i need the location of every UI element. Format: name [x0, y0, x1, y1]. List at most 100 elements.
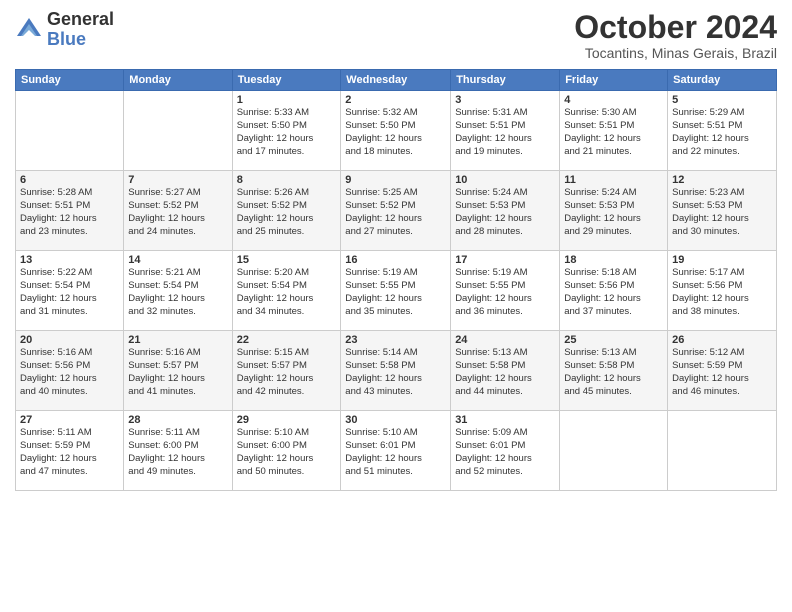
day-cell: 2Sunrise: 5:32 AM Sunset: 5:50 PM Daylig…	[341, 91, 451, 171]
logo-blue-text: Blue	[47, 30, 114, 50]
page-container: General Blue October 2024 Tocantins, Min…	[0, 0, 792, 501]
day-cell: 6Sunrise: 5:28 AM Sunset: 5:51 PM Daylig…	[16, 171, 124, 251]
day-info: Sunrise: 5:30 AM Sunset: 5:51 PM Dayligh…	[564, 107, 663, 158]
week-row-1: 1Sunrise: 5:33 AM Sunset: 5:50 PM Daylig…	[16, 91, 777, 171]
day-number: 15	[237, 254, 337, 266]
week-row-4: 20Sunrise: 5:16 AM Sunset: 5:56 PM Dayli…	[16, 331, 777, 411]
day-cell: 12Sunrise: 5:23 AM Sunset: 5:53 PM Dayli…	[668, 171, 777, 251]
title-area: October 2024 Tocantins, Minas Gerais, Br…	[574, 10, 777, 61]
day-number: 21	[128, 334, 227, 346]
day-number: 25	[564, 334, 663, 346]
day-number: 16	[345, 254, 446, 266]
day-info: Sunrise: 5:21 AM Sunset: 5:54 PM Dayligh…	[128, 267, 227, 318]
day-info: Sunrise: 5:11 AM Sunset: 6:00 PM Dayligh…	[128, 427, 227, 478]
day-info: Sunrise: 5:09 AM Sunset: 6:01 PM Dayligh…	[455, 427, 555, 478]
header-cell-monday: Monday	[124, 70, 232, 91]
day-info: Sunrise: 5:27 AM Sunset: 5:52 PM Dayligh…	[128, 187, 227, 238]
day-cell: 14Sunrise: 5:21 AM Sunset: 5:54 PM Dayli…	[124, 251, 232, 331]
day-cell: 28Sunrise: 5:11 AM Sunset: 6:00 PM Dayli…	[124, 411, 232, 491]
day-number: 4	[564, 94, 663, 106]
day-cell: 15Sunrise: 5:20 AM Sunset: 5:54 PM Dayli…	[232, 251, 341, 331]
day-number: 6	[20, 174, 119, 186]
day-cell: 22Sunrise: 5:15 AM Sunset: 5:57 PM Dayli…	[232, 331, 341, 411]
day-info: Sunrise: 5:31 AM Sunset: 5:51 PM Dayligh…	[455, 107, 555, 158]
day-info: Sunrise: 5:10 AM Sunset: 6:01 PM Dayligh…	[345, 427, 446, 478]
header-cell-saturday: Saturday	[668, 70, 777, 91]
day-info: Sunrise: 5:24 AM Sunset: 5:53 PM Dayligh…	[564, 187, 663, 238]
day-number: 3	[455, 94, 555, 106]
day-cell: 8Sunrise: 5:26 AM Sunset: 5:52 PM Daylig…	[232, 171, 341, 251]
logo-general-text: General	[47, 10, 114, 30]
day-cell: 24Sunrise: 5:13 AM Sunset: 5:58 PM Dayli…	[451, 331, 560, 411]
day-info: Sunrise: 5:33 AM Sunset: 5:50 PM Dayligh…	[237, 107, 337, 158]
day-cell: 27Sunrise: 5:11 AM Sunset: 5:59 PM Dayli…	[16, 411, 124, 491]
calendar-table: SundayMondayTuesdayWednesdayThursdayFrid…	[15, 69, 777, 491]
day-number: 7	[128, 174, 227, 186]
day-info: Sunrise: 5:16 AM Sunset: 5:57 PM Dayligh…	[128, 347, 227, 398]
header-cell-friday: Friday	[560, 70, 668, 91]
day-cell: 16Sunrise: 5:19 AM Sunset: 5:55 PM Dayli…	[341, 251, 451, 331]
day-info: Sunrise: 5:18 AM Sunset: 5:56 PM Dayligh…	[564, 267, 663, 318]
day-info: Sunrise: 5:29 AM Sunset: 5:51 PM Dayligh…	[672, 107, 772, 158]
calendar-body: 1Sunrise: 5:33 AM Sunset: 5:50 PM Daylig…	[16, 91, 777, 491]
location: Tocantins, Minas Gerais, Brazil	[574, 45, 777, 61]
day-number: 31	[455, 414, 555, 426]
day-cell: 26Sunrise: 5:12 AM Sunset: 5:59 PM Dayli…	[668, 331, 777, 411]
header-cell-wednesday: Wednesday	[341, 70, 451, 91]
day-cell	[124, 91, 232, 171]
day-info: Sunrise: 5:19 AM Sunset: 5:55 PM Dayligh…	[455, 267, 555, 318]
header-cell-sunday: Sunday	[16, 70, 124, 91]
day-cell	[16, 91, 124, 171]
day-info: Sunrise: 5:32 AM Sunset: 5:50 PM Dayligh…	[345, 107, 446, 158]
day-cell: 3Sunrise: 5:31 AM Sunset: 5:51 PM Daylig…	[451, 91, 560, 171]
header-cell-thursday: Thursday	[451, 70, 560, 91]
day-number: 17	[455, 254, 555, 266]
day-cell: 4Sunrise: 5:30 AM Sunset: 5:51 PM Daylig…	[560, 91, 668, 171]
day-number: 11	[564, 174, 663, 186]
day-info: Sunrise: 5:19 AM Sunset: 5:55 PM Dayligh…	[345, 267, 446, 318]
day-cell: 20Sunrise: 5:16 AM Sunset: 5:56 PM Dayli…	[16, 331, 124, 411]
day-cell: 25Sunrise: 5:13 AM Sunset: 5:58 PM Dayli…	[560, 331, 668, 411]
day-info: Sunrise: 5:10 AM Sunset: 6:00 PM Dayligh…	[237, 427, 337, 478]
day-info: Sunrise: 5:20 AM Sunset: 5:54 PM Dayligh…	[237, 267, 337, 318]
day-number: 2	[345, 94, 446, 106]
day-info: Sunrise: 5:23 AM Sunset: 5:53 PM Dayligh…	[672, 187, 772, 238]
day-number: 28	[128, 414, 227, 426]
calendar-header: SundayMondayTuesdayWednesdayThursdayFrid…	[16, 70, 777, 91]
day-info: Sunrise: 5:14 AM Sunset: 5:58 PM Dayligh…	[345, 347, 446, 398]
day-cell: 9Sunrise: 5:25 AM Sunset: 5:52 PM Daylig…	[341, 171, 451, 251]
day-cell: 1Sunrise: 5:33 AM Sunset: 5:50 PM Daylig…	[232, 91, 341, 171]
logo-icon	[15, 16, 43, 44]
day-number: 23	[345, 334, 446, 346]
day-cell: 29Sunrise: 5:10 AM Sunset: 6:00 PM Dayli…	[232, 411, 341, 491]
day-cell: 10Sunrise: 5:24 AM Sunset: 5:53 PM Dayli…	[451, 171, 560, 251]
day-number: 5	[672, 94, 772, 106]
day-number: 29	[237, 414, 337, 426]
header-cell-tuesday: Tuesday	[232, 70, 341, 91]
day-number: 22	[237, 334, 337, 346]
day-cell	[560, 411, 668, 491]
day-number: 14	[128, 254, 227, 266]
day-info: Sunrise: 5:17 AM Sunset: 5:56 PM Dayligh…	[672, 267, 772, 318]
day-cell: 5Sunrise: 5:29 AM Sunset: 5:51 PM Daylig…	[668, 91, 777, 171]
week-row-2: 6Sunrise: 5:28 AM Sunset: 5:51 PM Daylig…	[16, 171, 777, 251]
day-number: 20	[20, 334, 119, 346]
day-number: 13	[20, 254, 119, 266]
day-number: 1	[237, 94, 337, 106]
day-cell: 11Sunrise: 5:24 AM Sunset: 5:53 PM Dayli…	[560, 171, 668, 251]
day-cell: 19Sunrise: 5:17 AM Sunset: 5:56 PM Dayli…	[668, 251, 777, 331]
day-info: Sunrise: 5:28 AM Sunset: 5:51 PM Dayligh…	[20, 187, 119, 238]
day-cell: 7Sunrise: 5:27 AM Sunset: 5:52 PM Daylig…	[124, 171, 232, 251]
day-cell: 30Sunrise: 5:10 AM Sunset: 6:01 PM Dayli…	[341, 411, 451, 491]
day-number: 27	[20, 414, 119, 426]
day-number: 12	[672, 174, 772, 186]
day-info: Sunrise: 5:15 AM Sunset: 5:57 PM Dayligh…	[237, 347, 337, 398]
day-cell	[668, 411, 777, 491]
day-info: Sunrise: 5:16 AM Sunset: 5:56 PM Dayligh…	[20, 347, 119, 398]
month-title: October 2024	[574, 10, 777, 45]
day-number: 24	[455, 334, 555, 346]
day-cell: 23Sunrise: 5:14 AM Sunset: 5:58 PM Dayli…	[341, 331, 451, 411]
day-info: Sunrise: 5:13 AM Sunset: 5:58 PM Dayligh…	[564, 347, 663, 398]
day-number: 9	[345, 174, 446, 186]
day-info: Sunrise: 5:12 AM Sunset: 5:59 PM Dayligh…	[672, 347, 772, 398]
